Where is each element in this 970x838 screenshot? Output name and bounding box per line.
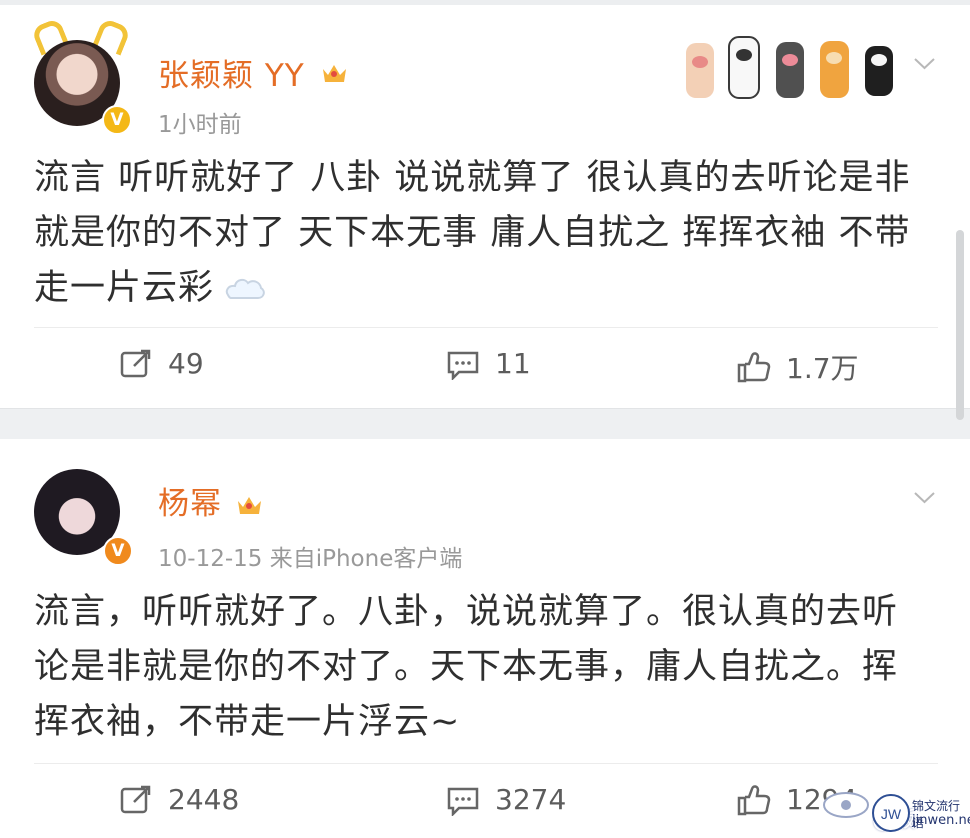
svg-text:JW: JW bbox=[881, 806, 902, 822]
comment-button[interactable]: 11 bbox=[445, 347, 531, 380]
scrollbar[interactable] bbox=[956, 230, 964, 420]
comment-button[interactable]: 3274 bbox=[445, 783, 566, 816]
jw-logo-icon: JW bbox=[872, 794, 910, 832]
verified-badge-icon: V bbox=[103, 536, 133, 566]
weibo-post: V 张颖颖 YY 1小时前 流言 听听就好了 八卦 说说就算了 很认真的去听论是… bbox=[0, 5, 956, 405]
verified-badge-icon: V bbox=[102, 105, 132, 135]
author-name[interactable]: 张颖颖 YY bbox=[158, 50, 305, 95]
post-body-line: 走一片云彩 bbox=[34, 261, 934, 316]
post-time-source: 10-12-15 来自iPhone客户端 bbox=[158, 546, 463, 572]
post-body-line: 就是你的不对了 天下本无事 庸人自扰之 挥挥衣袖 不带 bbox=[34, 213, 911, 253]
chevron-down-icon[interactable] bbox=[913, 57, 936, 71]
like-count: 1.7万 bbox=[786, 352, 859, 385]
post-body-line: 流言 听听就好了 八卦 说说就算了 很认真的去听论是非 bbox=[34, 158, 911, 198]
cat-paw-stickers-icon bbox=[686, 36, 893, 99]
share-button[interactable]: 2448 bbox=[118, 783, 239, 816]
post-body-line: 挥衣袖，不带走一片浮云~ bbox=[34, 702, 461, 742]
thumbs-up-icon bbox=[737, 352, 771, 383]
share-count: 49 bbox=[168, 347, 204, 380]
share-button[interactable]: 49 bbox=[118, 347, 204, 380]
comment-count: 3274 bbox=[495, 783, 567, 816]
thumbs-up-icon bbox=[737, 784, 771, 815]
crown-icon bbox=[323, 65, 346, 82]
post-body-line: 论是非就是你的不对了。天下本无事，庸人自扰之。挥 bbox=[34, 647, 899, 687]
share-icon bbox=[120, 349, 151, 377]
action-divider bbox=[34, 763, 938, 764]
like-button[interactable]: 1.7万 bbox=[736, 347, 859, 387]
post-body-line: 流言，听听就好了。八卦，说说就算了。很认真的去听 bbox=[34, 592, 899, 632]
action-divider bbox=[34, 327, 938, 328]
comment-count: 11 bbox=[495, 347, 531, 380]
comment-icon bbox=[447, 351, 479, 380]
post-separator bbox=[0, 408, 970, 439]
weibo-watermark-icon bbox=[823, 792, 869, 818]
chevron-down-icon[interactable] bbox=[913, 491, 936, 505]
crown-icon bbox=[238, 497, 261, 514]
post-body-line-text: 走一片云彩 bbox=[34, 268, 215, 308]
comment-icon bbox=[447, 787, 479, 816]
post-body: 流言 听听就好了 八卦 说说就算了 很认真的去听论是非 就是你的不对了 天下本无… bbox=[34, 151, 934, 316]
share-count: 2448 bbox=[168, 783, 240, 816]
share-icon bbox=[120, 785, 151, 813]
post-time: 1小时前 bbox=[158, 112, 242, 138]
watermark-site-label-en: jinwen.net bbox=[912, 813, 970, 828]
author-name[interactable]: 杨幂 bbox=[158, 478, 222, 523]
post-body: 流言，听听就好了。八卦，说说就算了。很认真的去听 论是非就是你的不对了。天下本无… bbox=[34, 585, 914, 750]
weibo-post: V 杨幂 10-12-15 来自iPhone客户端 流言，听听就好了。八卦，说说… bbox=[0, 443, 956, 838]
cloud-icon bbox=[225, 278, 265, 299]
